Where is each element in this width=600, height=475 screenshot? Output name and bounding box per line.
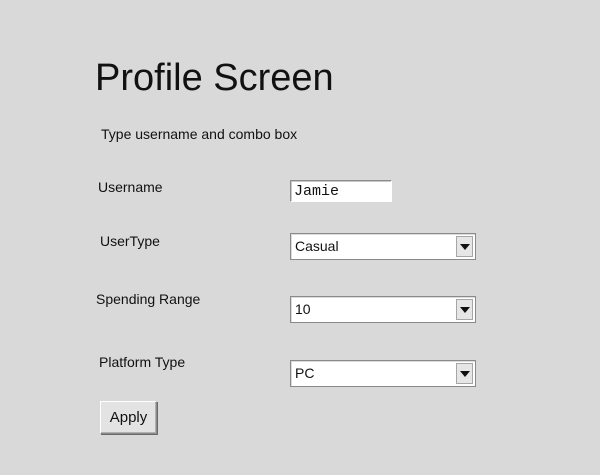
platform-type-value: PC — [295, 365, 315, 381]
username-label: Username — [98, 179, 163, 195]
apply-button[interactable]: Apply — [100, 401, 157, 434]
platform-type-label: Platform Type — [99, 354, 186, 370]
spending-range-combobox[interactable]: 10 — [290, 296, 476, 323]
page-subtitle: Type username and combo box — [101, 126, 298, 142]
spending-range-value: 10 — [295, 301, 311, 317]
spending-range-label: Spending Range — [96, 291, 201, 307]
user-type-value: Casual — [295, 238, 339, 254]
user-type-label: UserType — [100, 233, 160, 249]
user-type-combobox[interactable]: Casual — [290, 233, 476, 260]
platform-type-combobox[interactable]: PC — [290, 360, 476, 387]
chevron-down-icon[interactable] — [456, 363, 473, 384]
page-title: Profile Screen — [95, 57, 334, 99]
username-input[interactable] — [290, 180, 392, 202]
chevron-down-icon[interactable] — [456, 299, 473, 320]
chevron-down-icon[interactable] — [456, 236, 473, 257]
